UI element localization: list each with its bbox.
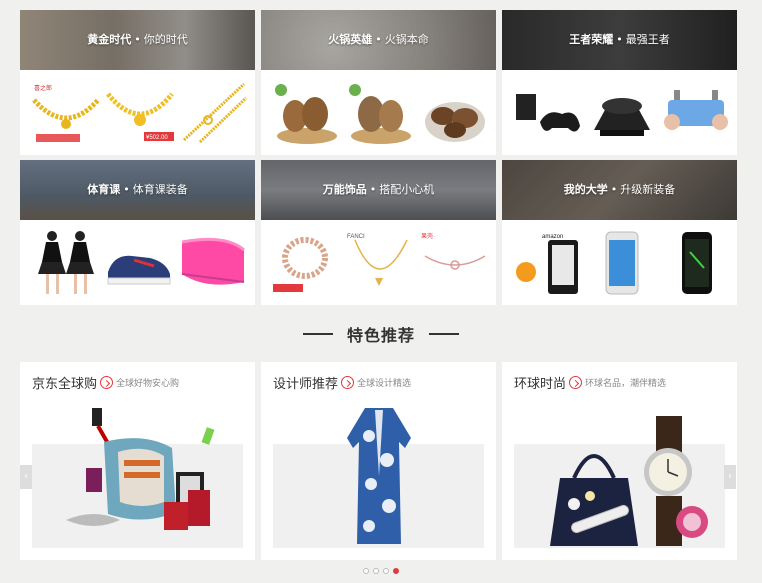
category-banner: 黄金时代 • 你的时代	[20, 10, 255, 70]
gold-chain-image[interactable]: ¥502.00	[104, 78, 176, 148]
mushroom-basket-image[interactable]	[271, 78, 343, 148]
price-tag: ¥502.00	[146, 135, 168, 141]
category-caption: 火锅英雄 • 火锅本命	[261, 32, 496, 48]
sneaker-image[interactable]	[104, 228, 174, 298]
category-card-pe[interactable]: 体育课 • 体育课装备	[20, 160, 255, 305]
product-row: amazon	[502, 220, 737, 305]
feature-subtitle: 全球好物安心购	[116, 379, 180, 389]
carousel-dot[interactable]	[393, 568, 399, 574]
feature-header: 环球时尚 环球名品，潮伴精选	[514, 372, 666, 392]
category-banner: 王者荣耀 • 最强王者	[502, 10, 737, 70]
category-card-gold[interactable]: 黄金时代 • 你的时代 喜之郎 ¥502.00	[20, 10, 255, 155]
category-title: 王者荣耀	[569, 33, 614, 46]
feature-subtitle: 环球名品，潮伴精选	[585, 379, 667, 389]
category-subtitle: 你的时代	[143, 33, 188, 46]
fanci-label: FANCI	[347, 234, 365, 240]
caption-separator: •	[369, 183, 377, 196]
phone-trigger-image[interactable]	[660, 78, 732, 148]
pink-brand-label: 果壳·	[421, 232, 435, 240]
carousel-dot[interactable]	[363, 568, 369, 574]
category-title: 火锅英雄	[328, 33, 373, 46]
dance-outfit-image[interactable]	[32, 228, 102, 298]
feature-header: 设计师推荐 全球设计精选	[273, 372, 411, 392]
gold-necklace-image[interactable]: 喜之郎	[30, 78, 102, 148]
category-banner: 体育课 • 体育课装备	[20, 160, 255, 220]
caption-separator: •	[610, 183, 618, 196]
kindle-image[interactable]: amazon	[512, 228, 584, 298]
category-caption: 体育课 • 体育课装备	[20, 182, 255, 198]
product-row	[261, 70, 496, 155]
chain-bracelet-image[interactable]: 果壳·	[419, 228, 491, 298]
carousel-prev-button[interactable]: ‹	[20, 465, 32, 489]
category-caption: 我的大学 • 升级新装备	[502, 182, 737, 198]
watch-bag-image[interactable]	[540, 414, 715, 550]
feature-title[interactable]: 环球时尚	[514, 377, 566, 392]
iphone-image[interactable]	[586, 228, 658, 298]
feature-card-designer[interactable]: 设计师推荐 全球设计精选	[261, 362, 496, 560]
category-card-hotpot[interactable]: 火锅英雄 • 火锅本命	[261, 10, 496, 155]
category-banner: 火锅英雄 • 火锅本命	[261, 10, 496, 70]
chevron-right-icon[interactable]	[569, 376, 583, 389]
caption-separator: •	[123, 183, 130, 196]
product-row: FANCI 果壳·	[261, 220, 496, 305]
category-subtitle: 升级新装备	[620, 183, 676, 196]
page: 黄金时代 • 你的时代 喜之郎 ¥502.00 火锅英雄 • 火锅本命 王者荣耀…	[0, 0, 762, 583]
chevron-right-icon[interactable]	[341, 376, 355, 389]
category-card-gaming[interactable]: 王者荣耀 • 最强王者	[502, 10, 737, 155]
category-banner: 万能饰品 • 搭配小心机	[261, 160, 496, 220]
product-row	[502, 70, 737, 155]
feature-header: 京东全球购 全球好物安心购	[32, 372, 179, 392]
caption-separator: •	[134, 33, 141, 46]
section-heading: 特色推荐	[0, 322, 762, 348]
category-caption: 万能饰品 • 搭配小心机	[261, 182, 496, 198]
category-title: 黄金时代	[87, 33, 132, 46]
feature-title[interactable]: 京东全球购	[32, 377, 97, 392]
heading-line-left	[302, 333, 333, 335]
category-card-jewelry[interactable]: 万能饰品 • 搭配小心机 FANCI 果壳·	[261, 160, 496, 305]
black-phone-image[interactable]	[660, 228, 732, 298]
carousel-next-button[interactable]: ›	[724, 465, 736, 489]
carousel-dot[interactable]	[383, 568, 389, 574]
feature-card-fashion[interactable]: 环球时尚 环球名品，潮伴精选	[502, 362, 737, 560]
caption-separator: •	[616, 33, 623, 46]
category-title: 万能饰品	[322, 183, 367, 196]
category-subtitle: 体育课装备	[132, 183, 188, 196]
car-seat-bundle-image[interactable]	[64, 402, 234, 542]
game-controller-image[interactable]	[512, 78, 584, 148]
category-title: 我的大学	[563, 183, 608, 196]
feature-card-global[interactable]: 京东全球购 全球好物安心购	[20, 362, 255, 560]
chevron-right-icon: ›	[728, 471, 732, 482]
shiitake-image[interactable]	[419, 78, 491, 148]
heading-line-right	[429, 333, 459, 335]
chevron-right-icon[interactable]	[100, 376, 114, 389]
category-subtitle: 最强王者	[625, 33, 670, 46]
section-title: 特色推荐	[346, 326, 415, 345]
printed-robe-image[interactable]	[339, 406, 419, 546]
gold-necklace-pendant-image[interactable]: FANCI	[345, 228, 417, 298]
product-row	[20, 220, 255, 305]
amazon-label: amazon	[542, 234, 563, 240]
caption-separator: •	[375, 33, 382, 46]
category-caption: 黄金时代 • 你的时代	[20, 32, 255, 48]
charging-dock-image[interactable]	[586, 78, 658, 148]
category-banner: 我的大学 • 升级新装备	[502, 160, 737, 220]
chevron-left-icon: ‹	[24, 471, 28, 482]
carousel-dot[interactable]	[373, 568, 379, 574]
category-subtitle: 火锅本命	[384, 33, 429, 46]
gold-brand-label: 喜之郎	[34, 84, 52, 92]
carousel-pagination	[0, 568, 762, 574]
category-title: 体育课	[87, 183, 121, 196]
fan-image[interactable]	[176, 228, 248, 298]
feature-subtitle: 全球设计精选	[357, 379, 412, 389]
category-caption: 王者荣耀 • 最强王者	[502, 32, 737, 48]
category-card-college[interactable]: 我的大学 • 升级新装备 amazon	[502, 160, 737, 305]
category-subtitle: 搭配小心机	[379, 183, 435, 196]
mushroom-bundle-image[interactable]	[345, 78, 417, 148]
gold-bracelet-image[interactable]	[178, 78, 250, 148]
rose-gold-bracelet-image[interactable]	[271, 228, 343, 298]
product-row: 喜之郎 ¥502.00	[20, 70, 255, 155]
feature-title[interactable]: 设计师推荐	[273, 377, 338, 392]
